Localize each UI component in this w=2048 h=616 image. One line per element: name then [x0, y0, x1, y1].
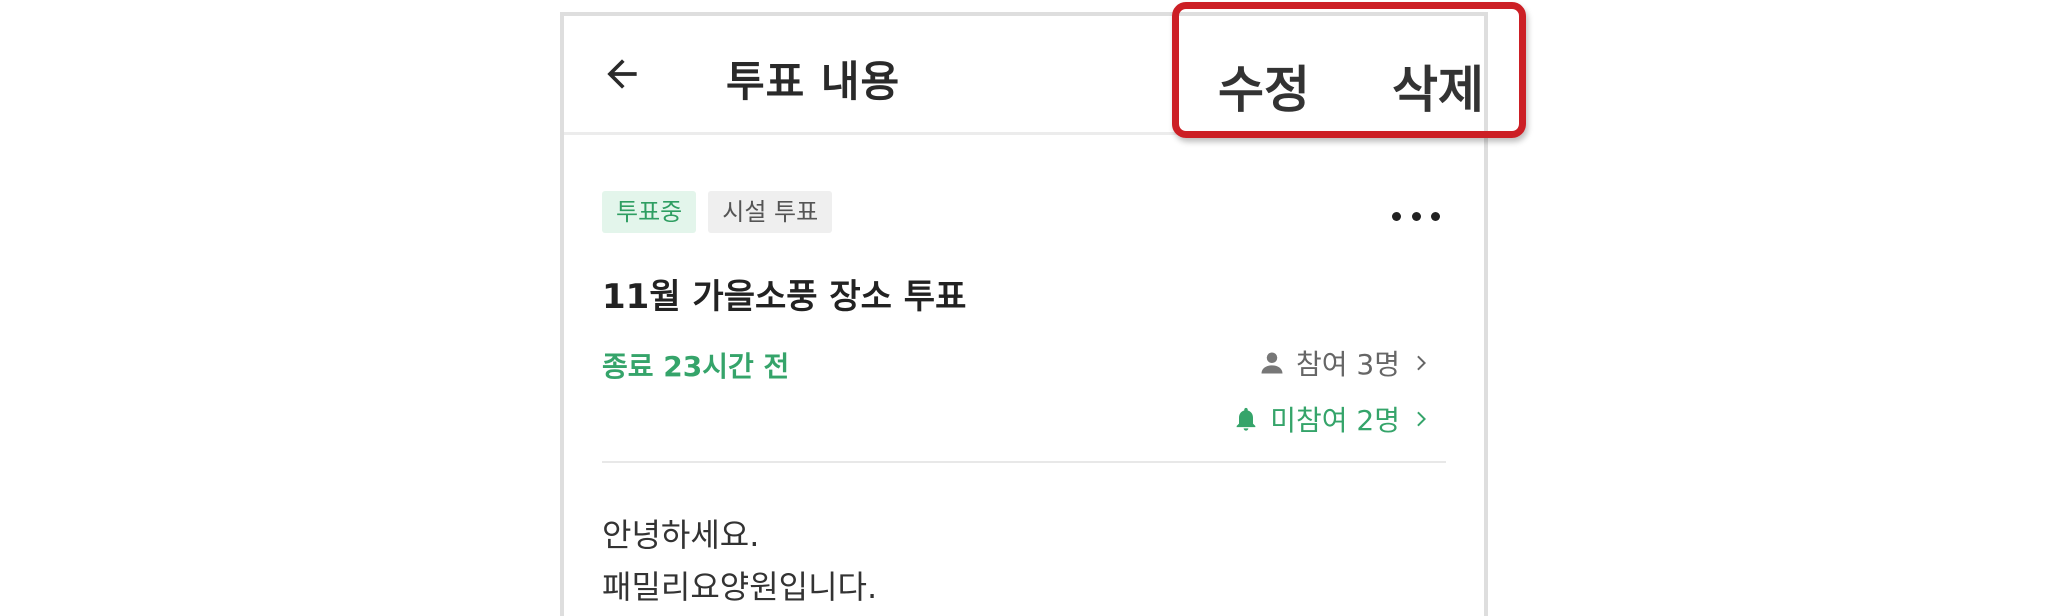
screen: 투표 내용 수정 삭제 투표중 시설 투표 11월 가을소풍 장소 투표 종료 … — [0, 0, 2048, 616]
more-options-button[interactable] — [1392, 201, 1440, 231]
more-dot-icon — [1431, 211, 1440, 221]
top-app-bar: 투표 내용 수정 삭제 — [564, 16, 1484, 135]
type-badge: 시설 투표 — [708, 191, 833, 233]
poll-body-line: 패밀리요양원입니다. — [602, 568, 878, 606]
edit-button[interactable]: 수정 — [1218, 50, 1310, 122]
chevron-right-icon — [1417, 411, 1426, 427]
back-button[interactable] — [598, 46, 658, 106]
page-title: 투표 내용 — [726, 57, 901, 106]
nonparticipants-label: 미참여 2명 — [1270, 404, 1400, 437]
status-badge: 투표중 — [602, 191, 697, 233]
more-dot-icon — [1392, 211, 1401, 221]
divider — [602, 461, 1446, 463]
participants-label: 참여 3명 — [1296, 348, 1400, 381]
more-dot-icon — [1411, 211, 1421, 221]
arrow-left-icon — [607, 59, 637, 89]
bell-icon — [1236, 407, 1256, 431]
poll-body: 안녕하세요. 패밀리요양원입니다. — [602, 509, 877, 613]
person-icon — [1261, 352, 1283, 374]
participants-link[interactable]: 참여 3명 — [1258, 343, 1434, 383]
chevron-right-icon — [1417, 355, 1426, 371]
poll-body-line: 안녕하세요. — [602, 516, 760, 554]
nonparticipants-link[interactable]: 미참여 2명 — [1232, 399, 1434, 439]
poll-title: 11월 가을소풍 장소 투표 — [602, 277, 967, 317]
delete-button[interactable]: 삭제 — [1392, 50, 1484, 122]
app-window: 투표 내용 수정 삭제 투표중 시설 투표 11월 가을소풍 장소 투표 종료 … — [560, 12, 1488, 616]
badge-group: 투표중 시설 투표 — [602, 191, 833, 233]
deadline-text: 종료 23시간 전 — [602, 350, 790, 383]
